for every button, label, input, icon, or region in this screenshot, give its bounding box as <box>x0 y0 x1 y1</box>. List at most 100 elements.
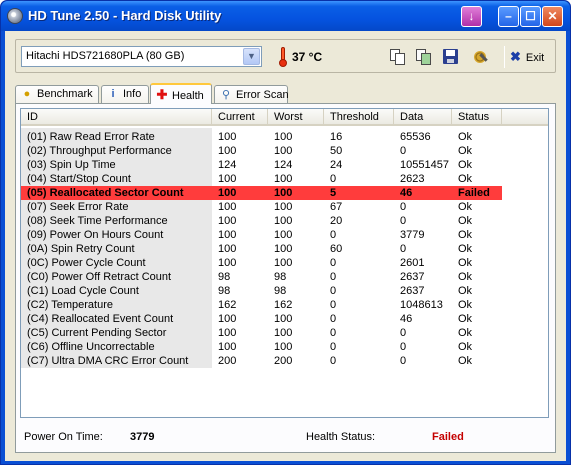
maximize-button[interactable]: ☐ <box>520 6 541 27</box>
table-row[interactable]: (08) Seek Time Performance 100 100 20 0 Ok <box>21 214 502 228</box>
cell-current: 124 <box>218 159 237 171</box>
cell-current: 100 <box>218 131 237 143</box>
exit-label: Exit <box>525 52 545 64</box>
thermometer-icon <box>279 47 287 67</box>
tab-health[interactable]: ✚ Health <box>150 83 212 104</box>
cell-current: 100 <box>218 201 237 213</box>
table-row[interactable]: (02) Throughput Performance 100 100 50 0 Ok <box>21 144 502 158</box>
table-row[interactable]: (0A) Spin Retry Count 100 100 60 0 Ok <box>21 242 502 256</box>
cell-current: 98 <box>218 271 231 283</box>
cell-worst: 100 <box>274 187 293 199</box>
cell-threshold: 20 <box>330 215 343 227</box>
cell-current: 100 <box>218 215 237 227</box>
cell-id: (01) Raw Read Error Rate <box>27 131 155 143</box>
cell-data: 2637 <box>400 285 425 297</box>
exit-x-icon: ✖ <box>510 49 521 64</box>
close-button[interactable]: ✕ <box>542 6 563 27</box>
toolbar-separator <box>504 46 505 68</box>
column-header-status[interactable]: Status <box>452 109 502 126</box>
cell-data: 46 <box>400 313 413 325</box>
cell-threshold: 50 <box>330 145 343 157</box>
options-icon[interactable] <box>472 49 488 65</box>
cell-id: (C7) Ultra DMA CRC Error Count <box>27 355 189 367</box>
table-row[interactable]: (09) Power On Hours Count 100 100 0 3779 Ok <box>21 228 502 242</box>
cell-worst: 100 <box>274 327 293 339</box>
cell-worst: 100 <box>274 341 293 353</box>
table-row[interactable]: (C2) Temperature 162 162 0 1048613 Ok <box>21 298 502 312</box>
copy-text-icon[interactable] <box>390 49 406 65</box>
cell-status: Ok <box>458 229 473 241</box>
cell-current: 100 <box>218 243 237 255</box>
tab-error-scan[interactable]: ⚲ Error Scan <box>214 85 289 103</box>
cell-id: (09) Power On Hours Count <box>27 229 164 241</box>
title-bar[interactable]: HD Tune 2.50 - Hard Disk Utility ↓ – ☐ ✕ <box>1 1 570 31</box>
table-row[interactable]: (C5) Current Pending Sector 100 100 0 0 Ok <box>21 326 502 340</box>
table-row[interactable]: (0C) Power Cycle Count 100 100 0 2601 Ok <box>21 256 502 270</box>
column-header-id[interactable]: ID <box>21 109 212 126</box>
info-icon: i <box>111 88 115 100</box>
table-row[interactable]: (C6) Offline Uncorrectable 100 100 0 0 Ok <box>21 340 502 354</box>
copy-screenshot-icon[interactable] <box>416 49 432 65</box>
cell-current: 100 <box>218 313 237 325</box>
column-header-current[interactable]: Current <box>212 109 268 126</box>
table-row[interactable]: (03) Spin Up Time 124 124 24 10551457 Ok <box>21 158 502 172</box>
save-icon[interactable] <box>443 49 459 65</box>
smart-table[interactable]: ID Current Worst Threshold Data Status (… <box>20 108 549 418</box>
table-row[interactable]: (04) Start/Stop Count 100 100 0 2623 Ok <box>21 172 502 186</box>
app-window: HD Tune 2.50 - Hard Disk Utility ↓ – ☐ ✕… <box>0 0 571 465</box>
cell-current: 100 <box>218 145 237 157</box>
table-row[interactable]: (01) Raw Read Error Rate 100 100 16 65536 Ok <box>21 130 502 144</box>
cell-status: Ok <box>458 285 473 297</box>
cell-worst: 98 <box>274 285 287 297</box>
column-header-threshold[interactable]: Threshold <box>324 109 394 126</box>
chevron-down-icon[interactable]: ▼ <box>243 48 260 65</box>
tab-benchmark[interactable]: ● Benchmark <box>15 85 99 103</box>
tab-info[interactable]: i Info <box>101 85 149 103</box>
cell-data: 3779 <box>400 229 425 241</box>
cell-id: (02) Throughput Performance <box>27 145 172 157</box>
download-arrow-icon[interactable]: ↓ <box>461 6 482 27</box>
cell-worst: 124 <box>274 159 293 171</box>
cell-id: (C0) Power Off Retract Count <box>27 271 172 283</box>
table-row[interactable]: (C7) Ultra DMA CRC Error Count 200 200 0 0 Ok <box>21 354 502 368</box>
app-disk-icon[interactable] <box>7 8 23 24</box>
cell-id: (C6) Offline Uncorrectable <box>27 341 155 353</box>
cell-worst: 200 <box>274 355 293 367</box>
column-header-worst[interactable]: Worst <box>268 109 324 126</box>
drive-select[interactable]: Hitachi HDS721680PLA (80 GB) ▼ <box>21 46 262 67</box>
cell-threshold: 0 <box>330 285 337 297</box>
minimize-button[interactable]: – <box>498 6 519 27</box>
cell-data: 2623 <box>400 173 425 185</box>
cell-worst: 100 <box>274 145 293 157</box>
cell-data: 10551457 <box>400 159 449 171</box>
cell-id: (C4) Reallocated Event Count <box>27 313 174 325</box>
cell-data: 65536 <box>400 131 431 143</box>
cell-status: Ok <box>458 341 473 353</box>
cell-current: 100 <box>218 341 237 353</box>
cell-threshold: 0 <box>330 271 337 283</box>
cell-current: 100 <box>218 173 237 185</box>
cell-status: Ok <box>458 159 473 171</box>
cell-current: 100 <box>218 327 237 339</box>
table-row[interactable]: (C1) Load Cycle Count 98 98 0 2637 Ok <box>21 284 502 298</box>
column-header-data[interactable]: Data <box>394 109 452 126</box>
table-row-failed[interactable]: (05) Reallocated Sector Count 100 100 5 46 Fa… <box>21 186 502 200</box>
cell-worst: 100 <box>274 173 293 185</box>
power-on-label: Power On Time: <box>24 431 103 443</box>
power-on-value: 3779 <box>130 431 155 443</box>
cell-status: Ok <box>458 215 473 227</box>
status-footer: Power On Time: 3779 Health Status: Faile… <box>16 422 555 452</box>
table-row[interactable]: (C4) Reallocated Event Count 100 100 0 46 Ok <box>21 312 502 326</box>
table-row[interactable]: (C0) Power Off Retract Count 98 98 0 2637 Ok <box>21 270 502 284</box>
table-row[interactable]: (07) Seek Error Rate 100 100 67 0 Ok <box>21 200 502 214</box>
temperature-value: 37 °C <box>292 50 323 64</box>
health-status-label: Health Status: <box>306 431 376 443</box>
toolbar: Hitachi HDS721680PLA (80 GB) ▼ 37 °C ✖ Ex… <box>15 39 556 73</box>
cell-data: 0 <box>400 215 407 227</box>
cell-threshold: 0 <box>330 341 337 353</box>
exit-button[interactable]: ✖ Exit <box>510 49 544 65</box>
cell-status: Ok <box>458 201 473 213</box>
cell-data: 2601 <box>400 257 425 269</box>
cell-worst: 100 <box>274 215 293 227</box>
cell-data: 2637 <box>400 271 425 283</box>
